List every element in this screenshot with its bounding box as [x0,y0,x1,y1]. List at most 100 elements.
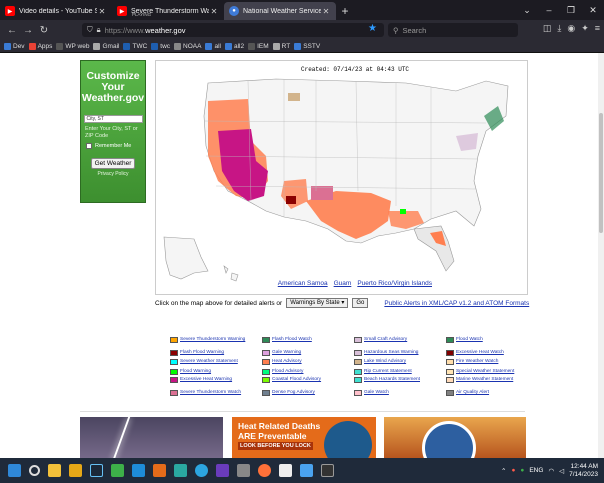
legend-item[interactable]: Heat Advisory [262,359,344,365]
bookmark-iem[interactable]: IEM [248,42,269,50]
legend-item[interactable]: Beach Hazards Statement [354,377,436,383]
wifi-icon[interactable]: ◠ [548,467,554,475]
legend-item[interactable]: Gale Watch [354,390,436,396]
bookmark-rt[interactable]: RT [272,42,290,50]
download-icon[interactable]: ⤓ [557,23,561,34]
close-window-icon[interactable]: ✕ [582,5,604,16]
scrollbar-thumb[interactable] [599,113,603,233]
app-blue-icon[interactable] [132,464,145,477]
bookmark-apps[interactable]: Apps [28,42,52,50]
bookmark-dev[interactable]: Dev [4,42,25,50]
language-indicator[interactable]: ENG [529,467,543,474]
volume-icon[interactable]: ◁ [559,467,564,475]
tab-youtube-studio[interactable]: ▶ Video details - YouTube Studio ✕ [0,2,112,20]
new-tab-button[interactable]: + [336,2,354,20]
legend-label: Dense Fog Advisory [272,390,315,395]
steam-icon[interactable] [90,464,103,477]
legend-item[interactable]: Hazardous Seas Warning [354,350,436,356]
legend-item[interactable]: Marine Weather Statement [446,377,528,383]
weather-ready-promo[interactable] [384,417,526,458]
search-icon[interactable] [29,465,40,476]
extension-icon[interactable]: ✦ [581,23,589,34]
close-icon[interactable]: ✕ [321,7,331,16]
link-guam[interactable]: Guam [334,280,352,287]
legend-item[interactable]: Flash Flood Warning [170,350,252,356]
legend-item[interactable]: Dense Fog Advisory [262,390,344,396]
legend-item[interactable]: Excessive Heat Watch [446,350,528,356]
legend-item[interactable]: Severe Thunderstorm Watch [170,390,252,396]
forward-icon[interactable]: → [20,25,36,36]
account-icon[interactable]: ◉ [567,23,575,34]
legend-item[interactable]: Rip Current Statement [354,369,436,375]
tab-national-weather-service[interactable]: ● National Weather Service ✕ [224,2,336,20]
minimize-icon[interactable]: – [538,5,560,15]
legend-item[interactable]: Flood Warning [170,369,252,375]
clock[interactable]: 12:44 AM 7/14/2023 [569,463,598,479]
legend-item[interactable]: Flood Advisory [262,369,344,375]
close-icon[interactable]: ✕ [97,7,107,16]
chevron-down-icon[interactable]: ⌄ [516,5,538,16]
remember-checkbox[interactable] [86,143,92,149]
legend-item[interactable]: Flood Watch [446,337,528,343]
legend-item[interactable]: Air Quality Alert [446,390,528,396]
app-black-icon[interactable] [321,464,334,477]
get-weather-button[interactable]: Get Weather [90,158,136,169]
us-alert-map[interactable]: Created: 07/14/23 at 04:43 UTC [155,60,528,295]
tray-app2-icon[interactable]: ● [520,467,524,474]
legend-item[interactable]: Fire Weather Watch [446,359,528,365]
xml-cap-link[interactable]: Public Alerts in XML/CAP v1.2 and ATOM F… [384,300,529,307]
legend-item[interactable]: Special Weather Statement [446,369,528,375]
go-button[interactable]: Go [352,298,369,308]
telegram-icon[interactable] [195,464,208,477]
legend-item[interactable]: Flash Flood Watch [262,337,344,343]
tray-app-icon[interactable]: ● [511,467,515,474]
app-orange-icon[interactable] [153,464,166,477]
heat-safety-promo[interactable]: Heat Related Deaths ARE Preventable LOOK… [232,417,376,458]
start-icon[interactable] [8,464,21,477]
tab-severe-thunderstorm[interactable]: ▶ Severe Thunderstorm Warning PLAYING ✕ [112,2,224,20]
legend-item[interactable]: Severe Weather Statement [170,359,252,365]
app-lightblue-icon[interactable] [300,464,313,477]
legend-label: Coastal Flood Advisory [272,377,322,382]
bookmark-all2[interactable]: all2 [224,42,244,50]
search-input[interactable]: ⚲ Search [388,23,518,37]
close-icon[interactable]: ✕ [209,7,219,16]
legend-item[interactable]: Gale Warning [262,350,344,356]
url-bar[interactable]: ⛉ 🔒︎ https://www. weather.gov [82,23,384,37]
chevron-up-icon[interactable]: ⌃ [501,467,506,475]
bookmark-noaa[interactable]: NOAA [174,42,201,50]
link-puerto-rico[interactable]: Puerto Rico/Virgin Islands [357,280,432,287]
bookmark-gmail[interactable]: Gmail [93,42,119,50]
bookmark-sstv[interactable]: SSTV [294,42,320,50]
app-green-icon[interactable] [111,464,124,477]
back-icon[interactable]: ← [4,25,20,36]
lightning-promo[interactable] [80,417,223,458]
restore-icon[interactable]: ❐ [560,5,582,16]
bookmark-wp-web[interactable]: WP web [56,42,89,50]
bookmark-star-icon[interactable]: ★ [368,23,377,34]
firefox-icon[interactable] [258,464,271,477]
warnings-select[interactable]: Warnings By State ▾ [286,298,349,308]
legend-item[interactable]: Coastal Flood Advisory [262,377,344,383]
legend-item[interactable]: Small Craft Advisory [354,337,436,343]
reload-icon[interactable]: ↻ [36,25,52,36]
privacy-link[interactable]: Privacy Policy [81,171,145,177]
legend-item[interactable]: Severe Thunderstorm Warning [170,337,252,343]
menu-icon[interactable]: ≡ [595,23,600,34]
legend-item[interactable]: Lake Wind Advisory [354,359,436,365]
folder-icon[interactable] [69,464,82,477]
file-explorer-icon[interactable] [48,464,61,477]
city-input[interactable]: City, ST [83,115,143,123]
bookmark-twc[interactable]: TWC [123,42,147,50]
app-white-icon[interactable] [279,464,292,477]
page-scrollbar[interactable] [598,53,604,458]
app-teal-icon[interactable] [174,464,187,477]
legend-item[interactable]: Excessive Heat Warning [170,377,252,383]
pocket-icon[interactable]: ◫ [543,23,552,34]
bookmark-all[interactable]: all [205,42,221,50]
app-gray-icon[interactable] [237,464,250,477]
app-purple-icon[interactable] [216,464,229,477]
link-american-samoa[interactable]: American Samoa [278,280,328,287]
remember-me[interactable]: Remember Me [81,143,145,149]
bookmark-twc2[interactable]: twc [151,42,170,50]
